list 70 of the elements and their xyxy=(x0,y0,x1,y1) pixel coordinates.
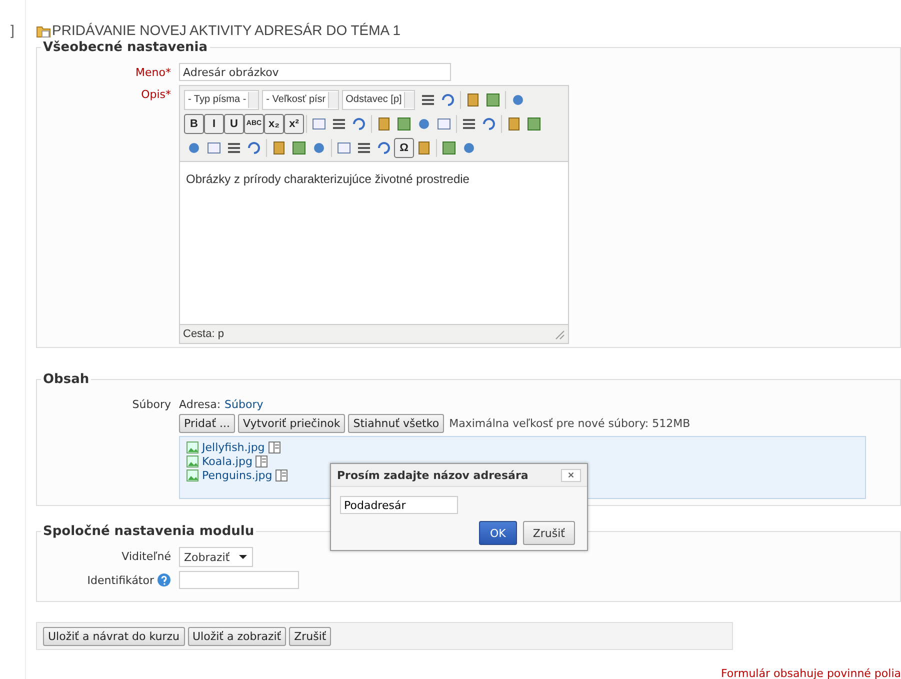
image-file-icon xyxy=(186,455,199,468)
file-menu-icon[interactable] xyxy=(255,455,268,468)
format-button[interactable]: x₂ xyxy=(264,114,284,134)
toolbar-icon[interactable] xyxy=(206,140,222,156)
form-button[interactable]: Zrušiť xyxy=(289,626,332,646)
toolbar-icon[interactable] xyxy=(464,92,481,108)
format-button[interactable]: I xyxy=(204,114,224,134)
file-link[interactable]: Koala.jpg xyxy=(202,455,252,468)
file-button[interactable]: Vytvoriť priečinok xyxy=(238,414,346,433)
dropdown[interactable]: - Typ písma - xyxy=(184,90,260,110)
toolbar-icon[interactable] xyxy=(526,116,542,132)
file-link[interactable]: Jellyfish.jpg xyxy=(202,441,265,454)
form-button[interactable]: Uložiť a návrat do kurzu xyxy=(43,626,184,646)
toolbar-icon[interactable] xyxy=(396,116,412,132)
toolbar-icon[interactable] xyxy=(440,92,456,108)
form-button[interactable]: Uložiť a zobraziť xyxy=(188,626,286,646)
path-label: Adresa: xyxy=(179,398,221,411)
required-note: Formulár obsahuje povinné polia xyxy=(721,668,901,679)
file-menu-icon[interactable] xyxy=(268,441,281,454)
field-label: Identifikátor xyxy=(87,574,154,586)
toolbar-icon[interactable] xyxy=(506,116,522,132)
page-title: PRIDÁVANIE NOVEJ AKTIVITY ADRESÁR DO TÉMA 1 xyxy=(52,22,401,38)
toolbar-icon[interactable] xyxy=(336,140,352,156)
toolbar-icon[interactable] xyxy=(481,116,497,132)
path-link[interactable]: Súbory xyxy=(224,398,264,411)
image-file-icon xyxy=(186,441,199,454)
visibility-select[interactable]: Zobraziť xyxy=(179,547,253,567)
file-button[interactable]: Stiahnuť všetko xyxy=(348,414,444,433)
toolbar-icon[interactable] xyxy=(351,116,367,132)
folder-name-field[interactable]: Podadresár xyxy=(340,496,458,514)
file-menu-icon[interactable] xyxy=(275,469,288,482)
toolbar-icon[interactable] xyxy=(291,140,307,156)
toolbar-icon[interactable] xyxy=(376,116,392,132)
field-label: Viditeľné xyxy=(122,549,171,563)
id-field[interactable] xyxy=(179,571,299,589)
toolbar-icon[interactable] xyxy=(271,140,287,156)
field-label: Súbory xyxy=(132,397,171,411)
dialog-button[interactable]: OK xyxy=(478,521,517,545)
file-link[interactable]: Penguins.jpg xyxy=(202,469,272,482)
section-title: Všeobecné nastavenia xyxy=(42,40,208,55)
dropdown[interactable]: - Veľkosť písr xyxy=(262,90,339,110)
format-button[interactable]: x² xyxy=(284,114,304,134)
section-title: Obsah xyxy=(42,372,90,387)
toolbar-icon[interactable] xyxy=(376,140,392,156)
caret-icon xyxy=(238,553,248,561)
image-file-icon xyxy=(186,469,199,482)
resize-handle-icon[interactable] xyxy=(554,328,565,340)
file-button[interactable]: Pridať ... xyxy=(179,414,236,433)
format-button[interactable]: U xyxy=(224,114,244,134)
section-title: Spoločné nastavenia modulu xyxy=(42,524,256,539)
name-field[interactable]: Adresár obrázkov xyxy=(179,63,451,81)
bracket-mark: ] xyxy=(10,22,14,38)
editor-path: Cesta: p xyxy=(183,328,224,340)
toolbar-icon[interactable] xyxy=(436,116,452,132)
toolbar-icon[interactable] xyxy=(311,116,327,132)
toolbar-icon[interactable] xyxy=(484,92,501,108)
dialog-button[interactable]: Zrušiť xyxy=(522,521,575,545)
max-size-note: Maximálna veľkosť pre nové súbory: 512MB xyxy=(449,417,690,430)
toolbar-icon[interactable] xyxy=(441,140,457,156)
close-icon xyxy=(568,471,574,479)
format-button[interactable]: B xyxy=(184,114,204,134)
toolbar-icon[interactable] xyxy=(246,140,262,156)
dropdown[interactable]: Odstavec [p] xyxy=(342,90,415,110)
field-label: Opis* xyxy=(141,87,171,101)
field-label: Meno* xyxy=(136,65,171,79)
format-button[interactable]: Ω xyxy=(394,138,414,158)
help-icon[interactable] xyxy=(157,573,171,587)
dialog-title: Prosím zadajte názov adresára xyxy=(337,468,528,482)
toolbar-icon[interactable] xyxy=(416,140,432,156)
editor-text: Obrázky z prírody charakterizujúce životné prostredie xyxy=(180,161,568,325)
